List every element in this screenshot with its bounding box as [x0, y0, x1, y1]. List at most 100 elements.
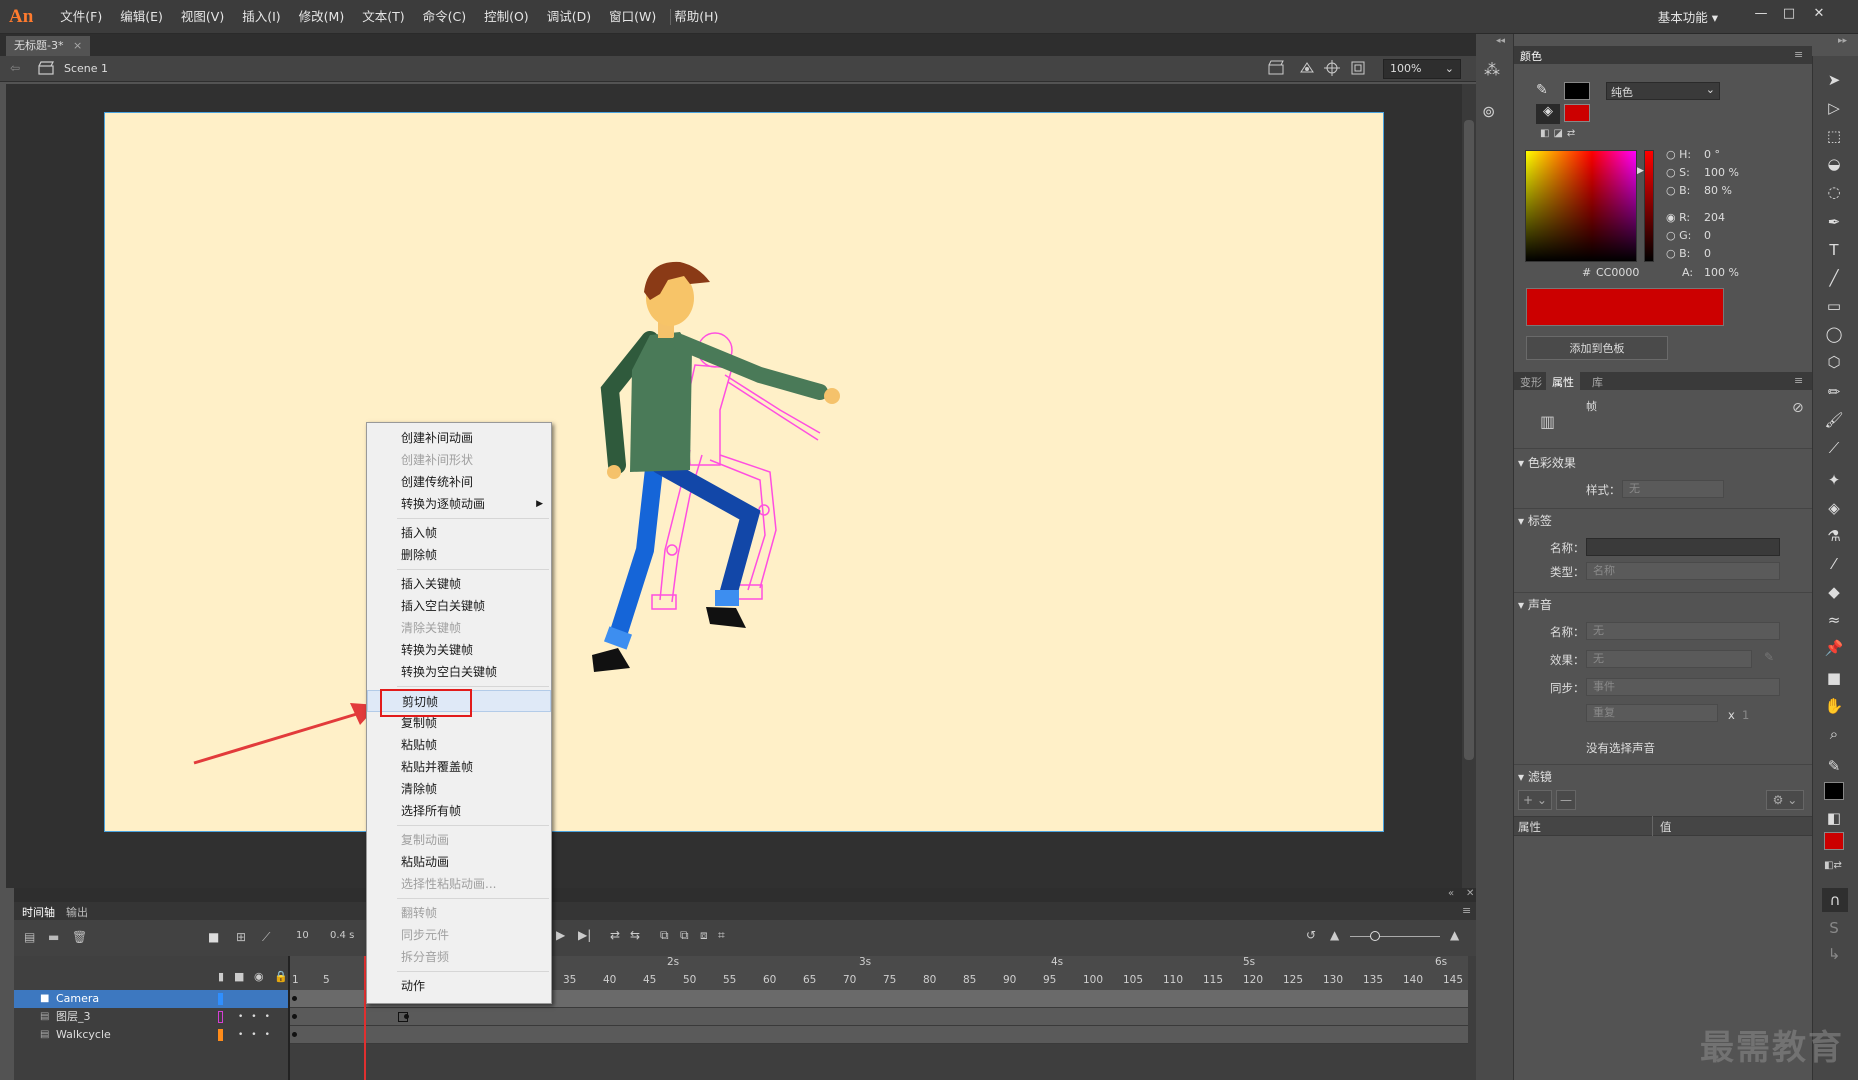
fill-color-swatch[interactable]	[1564, 104, 1590, 122]
menu-item-insert-frame[interactable]: 插入帧	[367, 522, 551, 544]
tab-timeline[interactable]: 时间轴	[22, 904, 55, 920]
zoom-slider-track[interactable]	[1350, 936, 1440, 937]
menu-item-convert-to-keyframe[interactable]: 转换为关键帧	[367, 639, 551, 661]
edit-multiple-icon[interactable]: ⧈	[700, 928, 708, 943]
menu-file[interactable]: 文件(F)	[51, 0, 111, 34]
menu-help[interactable]: 帮助(H)	[665, 0, 727, 34]
menu-item-create-classic-tween[interactable]: 创建传统补间	[367, 471, 551, 493]
menu-item-create-motion-tween[interactable]: 创建补间动画	[367, 427, 551, 449]
r-value[interactable]: 204	[1704, 211, 1725, 224]
document-tab[interactable]: 无标题-3* ×	[6, 36, 91, 56]
pen-tool-icon[interactable]: ✒	[1822, 212, 1846, 232]
play-icon[interactable]: ▶	[556, 928, 565, 942]
layer-row-camera[interactable]: ■ Camera	[14, 990, 290, 1008]
pencil-tool-icon[interactable]: ✏	[1822, 382, 1846, 402]
character-artwork[interactable]	[520, 250, 860, 710]
free-transform-icon[interactable]: ⬚	[1822, 126, 1846, 146]
layer-toggles[interactable]: •••	[238, 1030, 278, 1040]
line-tool-icon[interactable]: ╱	[1822, 268, 1846, 288]
loop-icon[interactable]: ⇄	[610, 928, 620, 942]
width-tool-icon[interactable]: ≈	[1822, 610, 1846, 630]
frame-row-walkcycle[interactable]	[290, 1026, 1468, 1044]
tools-stroke-swatch[interactable]	[1824, 782, 1844, 800]
edit-symbol-icon[interactable]	[1298, 60, 1316, 76]
clip-content-icon[interactable]	[1350, 60, 1366, 76]
frame-name-input[interactable]	[1586, 538, 1780, 556]
type-select[interactable]: 名称	[1586, 562, 1780, 580]
stroke-color-swatch[interactable]	[1564, 82, 1590, 100]
assets-icon[interactable]: ⁂	[1484, 60, 1500, 79]
layer-color-swatch[interactable]	[218, 993, 223, 1005]
sound-name-select[interactable]: 无	[1586, 622, 1780, 640]
fill-type-select[interactable]: 纯色 ⌄	[1606, 82, 1720, 100]
effect-select[interactable]: 无	[1586, 650, 1752, 668]
lock-icon[interactable]: 🔒	[274, 970, 288, 983]
radio-s[interactable]: ○ S:	[1666, 166, 1690, 179]
menu-modify[interactable]: 修改(M)	[290, 0, 354, 34]
rectangle-tool-icon[interactable]: ▭	[1822, 296, 1846, 316]
section-label[interactable]: ▾ 标签	[1518, 512, 1552, 529]
repeat-count[interactable]: 1	[1742, 708, 1749, 722]
remove-filter-button[interactable]: —	[1556, 790, 1576, 810]
panel-menu-icon[interactable]: ≡	[1462, 904, 1471, 917]
menu-item-convert-to-blank-keyframe[interactable]: 转换为空白关键帧	[367, 661, 551, 683]
menu-edit[interactable]: 编辑(E)	[111, 0, 172, 34]
collapse-icon[interactable]: «	[1448, 888, 1454, 899]
menu-command[interactable]: 命令(C)	[414, 0, 475, 34]
polystar-tool-icon[interactable]: ⬡	[1822, 352, 1846, 372]
eye-icon[interactable]: ◉	[254, 970, 264, 983]
add-to-swatches-button[interactable]: 添加到色板	[1526, 336, 1668, 360]
keyframe[interactable]	[292, 996, 297, 1001]
maximize-button[interactable]: □	[1776, 4, 1802, 24]
scene-label[interactable]: Scene 1	[64, 62, 108, 75]
tab-library[interactable]: 库	[1592, 374, 1603, 390]
hex-value[interactable]: CC0000	[1596, 266, 1639, 279]
undo-icon[interactable]: ↺	[1306, 928, 1316, 942]
new-folder-icon[interactable]: ▬	[48, 930, 59, 944]
menu-text[interactable]: 文本(T)	[353, 0, 413, 34]
section-sound[interactable]: ▾ 声音	[1518, 596, 1552, 613]
help-icon[interactable]: ⊘	[1792, 400, 1804, 416]
menu-item-remove-frames[interactable]: 删除帧	[367, 544, 551, 566]
menu-insert[interactable]: 插入(I)	[233, 0, 289, 34]
3d-rotation-icon[interactable]: ◒	[1822, 154, 1846, 174]
tools-fill-swatch[interactable]	[1824, 832, 1844, 850]
selection-tool-icon[interactable]: ➤	[1822, 70, 1846, 90]
hand-tool-icon[interactable]: ✋	[1822, 696, 1846, 716]
menu-item-paste-and-overwrite[interactable]: 粘贴并覆盖帧	[367, 756, 551, 778]
sync-select[interactable]: 事件	[1586, 678, 1780, 696]
section-color-effect[interactable]: ▾ 色彩效果	[1518, 454, 1576, 471]
h-value[interactable]: 0 °	[1704, 148, 1720, 161]
menu-item-actions[interactable]: 动作	[367, 975, 551, 997]
menu-item-paste-motion[interactable]: 粘贴动画	[367, 851, 551, 873]
camera-icon[interactable]: ■	[208, 930, 219, 944]
eyedropper-icon[interactable]: ⁄	[1822, 554, 1846, 574]
text-tool-icon[interactable]: T	[1822, 240, 1846, 260]
workspace-switcher[interactable]: 基本功能 ▾	[1658, 7, 1718, 26]
center-frame-icon[interactable]: ⇆	[630, 928, 640, 942]
new-layer-icon[interactable]: ▤	[24, 930, 35, 944]
swap-colors-icon[interactable]: ◧⇄	[1824, 860, 1842, 871]
radio-blue[interactable]: ○ B:	[1666, 247, 1690, 260]
menu-item-clear-frames[interactable]: 清除帧	[367, 778, 551, 800]
radio-brightness[interactable]: ○ B:	[1666, 184, 1690, 197]
zoom-in-icon[interactable]: ▲	[1450, 928, 1459, 942]
layer-parent-icon[interactable]: ⊞	[236, 930, 246, 944]
alpha-value[interactable]: 100 %	[1704, 266, 1739, 279]
brightness-value[interactable]: 80 %	[1704, 184, 1732, 197]
graph-icon[interactable]: ⟋	[262, 930, 270, 945]
onion-skin-icon[interactable]: ⧉	[660, 928, 669, 943]
oval-tool-icon[interactable]: ◯	[1822, 324, 1846, 344]
straighten-icon[interactable]: ↳	[1822, 944, 1846, 964]
repeat-select[interactable]: 重复	[1586, 704, 1718, 722]
layer-toggles[interactable]: •••	[238, 1012, 278, 1022]
subselection-tool-icon[interactable]: ▷	[1822, 98, 1846, 118]
last-frame-icon[interactable]: ▶|	[578, 928, 591, 942]
edit-envelope-icon[interactable]: ✎	[1764, 650, 1774, 664]
g-value[interactable]: 0	[1704, 229, 1711, 242]
collapse-icon[interactable]: ◂◂	[1496, 36, 1505, 46]
tab-properties[interactable]: 属性	[1552, 374, 1574, 390]
bone-tool-icon[interactable]: ✦	[1822, 470, 1846, 490]
tab-transform[interactable]: 变形	[1520, 374, 1542, 390]
video-icon[interactable]: ■	[234, 970, 244, 983]
